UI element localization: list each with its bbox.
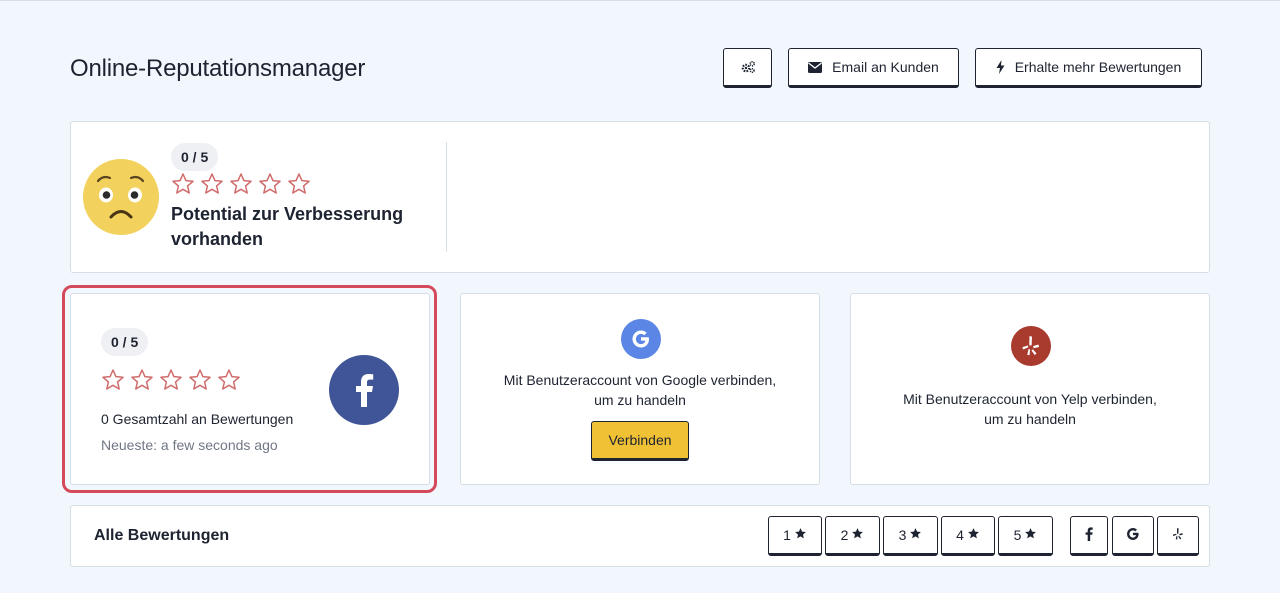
google-icon (621, 319, 661, 359)
star-icon (909, 527, 922, 543)
star-icon (967, 527, 980, 543)
yelp-review-card: Mit Benutzeraccount von Yelp verbinden, … (850, 293, 1210, 485)
overall-rating-badge: 0 / 5 (171, 143, 219, 171)
star-icon (851, 527, 864, 543)
filter-3-star-button[interactable]: 3 (883, 516, 938, 556)
filter-5-star-button[interactable]: 5 (998, 516, 1053, 556)
filter-2-star-button[interactable]: 2 (825, 516, 880, 556)
get-more-reviews-button[interactable]: Erhalte mehr Bewertungen (975, 48, 1202, 88)
google-connect-text-line2: um zu handeln (594, 392, 686, 408)
google-icon (1126, 527, 1140, 544)
filter-5-star-label: 5 (1013, 527, 1022, 543)
all-reviews-title: Alle Bewertungen (94, 527, 230, 544)
yelp-connect-text-line1: Mit Benutzeraccount von Yelp verbinden, (903, 391, 1157, 407)
star-icon (172, 173, 194, 194)
filter-google-button[interactable] (1112, 516, 1154, 556)
facebook-icon (1085, 526, 1093, 544)
filter-2-star-label: 2 (840, 527, 849, 543)
star-icon (201, 173, 223, 194)
rating-summary-card: 0 / 5 Potential zur Verbesserung vorhand… (70, 121, 1210, 273)
email-customers-button[interactable]: Email an Kunden (788, 48, 959, 88)
rating-status-text: Potential zur Verbesserung vorhanden (171, 204, 404, 249)
filter-4-star-label: 4 (956, 527, 964, 543)
filter-yelp-button[interactable] (1157, 516, 1199, 556)
yelp-icon (1011, 326, 1051, 366)
filter-1-star-label: 1 (783, 527, 791, 543)
star-icon (794, 527, 807, 543)
filter-4-star-button[interactable]: 4 (941, 516, 995, 556)
page-title: Online-Reputationsmanager (70, 55, 366, 82)
email-customers-label: Email an Kunden (832, 59, 939, 75)
yelp-icon (1172, 527, 1184, 544)
overall-star-rating (171, 172, 311, 196)
yelp-connect-text-line2: um zu handeln (984, 411, 1076, 427)
all-reviews-bar: Alle Bewertungen 1 2 3 4 5 (70, 505, 1210, 567)
envelope-icon (808, 61, 823, 73)
star-icon (1024, 527, 1037, 543)
get-more-reviews-label: Erhalte mehr Bewertungen (1014, 59, 1182, 75)
vertical-divider (446, 142, 447, 252)
gears-icon (740, 60, 756, 74)
google-review-card: Mit Benutzeraccount von Google verbinden… (460, 293, 820, 485)
settings-button[interactable] (723, 48, 772, 88)
bolt-icon (996, 60, 1005, 74)
filter-3-star-label: 3 (898, 527, 907, 543)
filter-facebook-button[interactable] (1070, 516, 1108, 556)
star-icon (288, 173, 310, 194)
star-icon (230, 173, 252, 194)
google-connect-text-line1: Mit Benutzeraccount von Google verbinden… (503, 372, 777, 388)
filter-1-star-button[interactable]: 1 (768, 516, 822, 556)
worried-face-icon (83, 159, 159, 240)
google-connect-button[interactable]: Verbinden (591, 421, 689, 461)
facebook-card-highlight (62, 285, 437, 493)
star-icon (259, 173, 281, 194)
